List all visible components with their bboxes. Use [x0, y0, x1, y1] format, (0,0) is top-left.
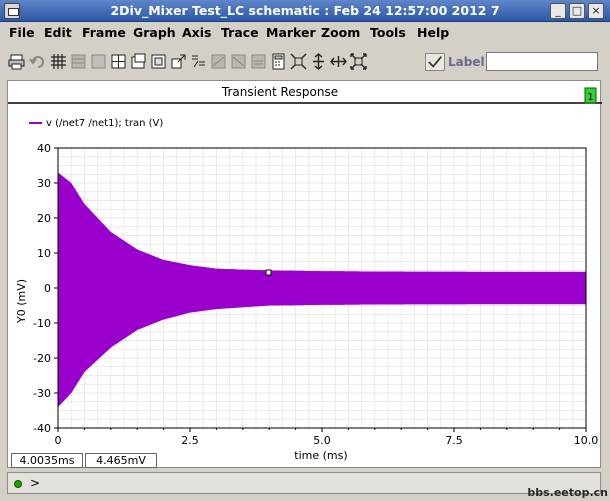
y-tick-label: -30 — [33, 387, 51, 400]
window-icon[interactable] — [90, 53, 107, 70]
strip-icon[interactable] — [210, 53, 227, 70]
undo-icon[interactable] — [29, 53, 46, 70]
status-indicator-icon — [14, 480, 22, 488]
y-tick-label: 40 — [37, 142, 51, 155]
y-tick-label: 20 — [37, 212, 51, 225]
subwindow-index: 1 — [587, 92, 593, 103]
subwindow-title: Transient Response — [221, 85, 338, 99]
x-readout: 4.0035ms — [11, 453, 83, 468]
command-prompt: > — [30, 476, 41, 490]
menu-file[interactable]: File — [9, 25, 35, 40]
menu-axis[interactable]: Axis — [182, 25, 211, 40]
split-icon[interactable] — [110, 53, 127, 70]
zoom-box-icon[interactable] — [350, 53, 367, 70]
minimize-button[interactable]: _ — [550, 3, 566, 19]
label-input[interactable] — [486, 52, 598, 71]
y-axis-label: Y0 (mV) — [15, 279, 28, 324]
x-tick-label: 0 — [55, 434, 62, 447]
x-tick-label: 2.5 — [181, 434, 199, 447]
fit-x-icon[interactable] — [330, 53, 347, 70]
close-button[interactable]: × — [588, 3, 604, 19]
command-line[interactable]: > — [7, 472, 601, 494]
menu-frame[interactable]: Frame — [82, 25, 126, 40]
menu-bar: File Edit Frame Graph Axis Trace Marker … — [0, 22, 610, 44]
new-window-icon[interactable] — [130, 53, 147, 70]
calculator-icon[interactable] — [270, 53, 287, 70]
x-tick-label: 10.0 — [574, 434, 599, 447]
list-icon[interactable] — [70, 53, 87, 70]
menu-edit[interactable]: Edit — [44, 25, 72, 40]
window-title: 2Div_Mixer Test_LC schematic : Feb 24 12… — [110, 3, 500, 18]
menu-tools[interactable]: Tools — [370, 25, 406, 40]
grid-icon[interactable] — [50, 53, 67, 70]
print-icon[interactable] — [8, 53, 25, 70]
y-tick-label: -20 — [33, 352, 51, 365]
x-tick-label: 7.5 — [445, 434, 463, 447]
popout-icon[interactable] — [170, 53, 187, 70]
fit-y-icon[interactable] — [310, 53, 327, 70]
strip2-icon[interactable] — [230, 53, 247, 70]
subwindow-icon[interactable] — [150, 53, 167, 70]
x-axis-label: time (ms) — [294, 449, 347, 462]
legend-entry[interactable]: v (/net7 /net1); tran (V) — [46, 118, 163, 129]
window-titlebar: 2Div_Mixer Test_LC schematic : Feb 24 12… — [0, 0, 610, 22]
menu-trace[interactable]: Trace — [221, 25, 259, 40]
y-tick-label: 10 — [37, 247, 51, 260]
y-tick-label: -40 — [33, 422, 51, 435]
trace-marker[interactable] — [265, 269, 272, 276]
checkmark-icon — [428, 56, 442, 68]
calc-icon[interactable] — [250, 53, 267, 70]
y-tick-label: 0 — [44, 282, 51, 295]
menu-marker[interactable]: Marker — [266, 25, 316, 40]
y-tick-label: -10 — [33, 317, 51, 330]
y-tick-label: 30 — [37, 177, 51, 190]
y-readout: 4.465mV — [85, 453, 157, 468]
label-checkbox[interactable] — [425, 53, 445, 71]
plot-area[interactable]: Transient Response 1 v (/net7 /net1); tr… — [8, 81, 602, 469]
fit-all-icon[interactable] — [290, 53, 307, 70]
maximize-button[interactable]: □ — [569, 3, 585, 19]
graph-frame: Transient Response 1 v (/net7 /net1); tr… — [7, 80, 602, 469]
label-caption: Label — [448, 55, 485, 69]
watermark: bbs.eetop.cn — [527, 486, 608, 499]
menu-zoom[interactable]: Zoom — [321, 25, 360, 40]
menu-help[interactable]: Help — [417, 25, 449, 40]
menu-graph[interactable]: Graph — [133, 25, 176, 40]
x-tick-label: 5.0 — [313, 434, 331, 447]
marker-icon[interactable] — [190, 53, 207, 70]
